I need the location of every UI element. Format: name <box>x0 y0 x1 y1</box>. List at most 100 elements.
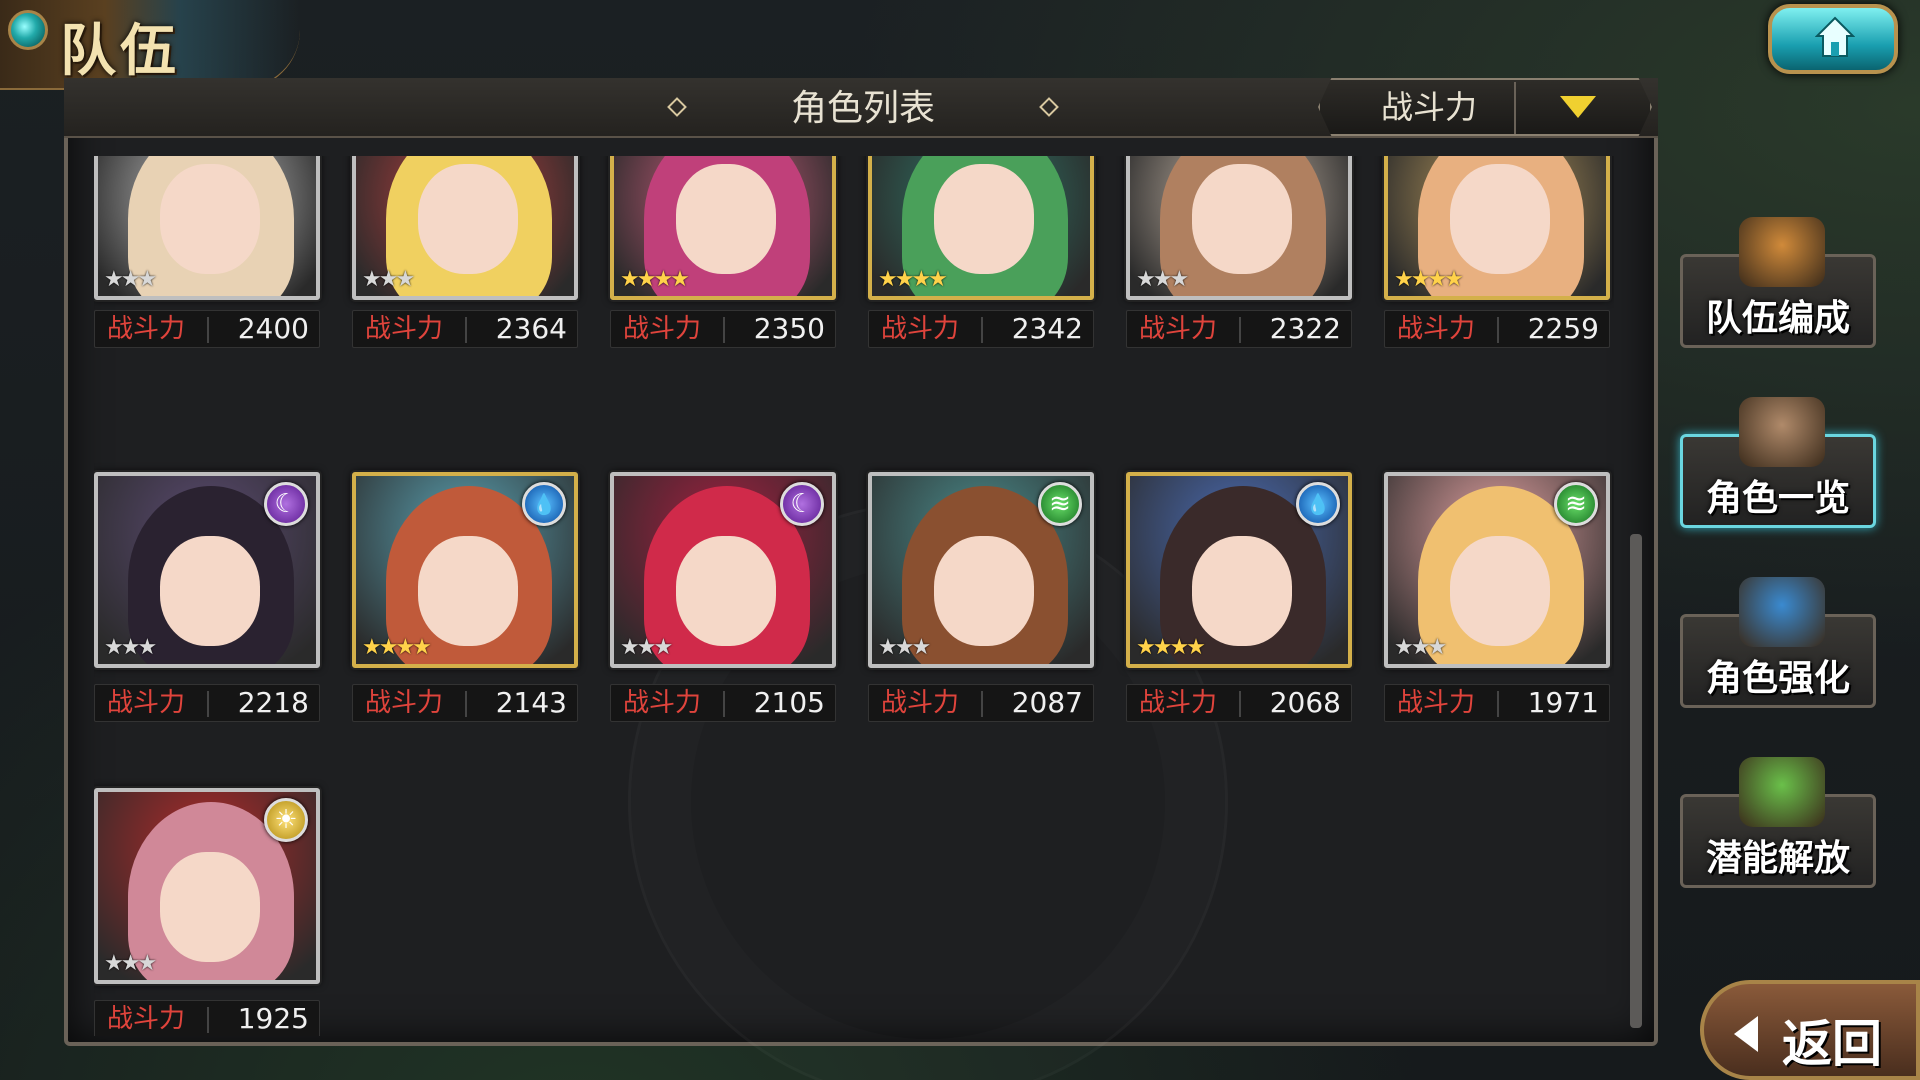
character-card[interactable]: ★★★★ 战斗力 2259 <box>1384 156 1610 350</box>
power-separator <box>981 691 983 717</box>
potential-release-button[interactable]: 潜能解放 <box>1680 757 1876 888</box>
list-title: 角色列表 <box>790 88 935 129</box>
power-separator <box>723 691 725 717</box>
power-value: 2400 <box>237 312 309 345</box>
character-portrait[interactable]: ★★★ ☾ <box>94 472 320 668</box>
character-card[interactable]: ★★★★ 💧 战斗力 2143 <box>352 472 578 722</box>
character-card[interactable]: ★★★★ 战斗力 2342 <box>868 156 1094 350</box>
character-face <box>418 164 518 274</box>
power-label: 战斗力 <box>1139 314 1218 344</box>
power-label: 战斗力 <box>881 314 960 344</box>
power-label: 战斗力 <box>365 314 444 344</box>
power-separator <box>1239 691 1241 717</box>
power-label: 战斗力 <box>1139 688 1218 718</box>
power-label: 战斗力 <box>623 314 702 344</box>
rarity-stars: ★★★ <box>104 635 157 660</box>
scrollbar[interactable] <box>1630 534 1642 1028</box>
home-button[interactable] <box>1768 4 1898 74</box>
character-portrait[interactable]: ★★★★ 💧 <box>352 472 578 668</box>
power-separator <box>1497 317 1499 343</box>
character-card[interactable]: ★★★ ☀ 战斗力 1925 <box>94 788 320 1036</box>
rarity-stars: ★★★★ <box>1136 635 1206 660</box>
power-value: 1925 <box>237 1002 309 1035</box>
rarity-stars: ★★★★ <box>878 267 948 292</box>
character-card[interactable]: ★★★ ≋ 战斗力 2087 <box>868 472 1094 722</box>
character-portrait[interactable]: ★★★ <box>94 156 320 300</box>
power-separator <box>465 691 467 717</box>
power-label: 战斗力 <box>623 688 702 718</box>
sort-divider <box>1514 82 1516 134</box>
character-face <box>160 164 260 274</box>
power-bar: 战斗力 2342 <box>868 310 1094 348</box>
character-portrait[interactable]: ★★★ ☀ <box>94 788 320 984</box>
party-formation-label: 队伍编成 <box>1705 298 1850 339</box>
back-arrow-icon <box>1734 1016 1758 1052</box>
rarity-stars: ★★★ <box>104 951 157 976</box>
potential-release-icon <box>1739 757 1825 827</box>
title-gem-icon <box>8 10 48 50</box>
power-bar: 战斗力 2400 <box>94 310 320 348</box>
character-card[interactable]: ★★★★ 战斗力 2350 <box>610 156 836 350</box>
power-bar: 战斗力 2143 <box>352 684 578 722</box>
rarity-stars: ★★★ <box>104 267 157 292</box>
power-label: 战斗力 <box>365 688 444 718</box>
character-list-label: 角色一览 <box>1705 478 1850 519</box>
character-face <box>1192 536 1292 646</box>
character-card[interactable]: ★★★ 战斗力 2364 <box>352 156 578 350</box>
character-portrait[interactable]: ★★★ <box>1126 156 1352 300</box>
rarity-stars: ★★★★ <box>620 267 690 292</box>
power-bar: 战斗力 2105 <box>610 684 836 722</box>
character-enhance-button[interactable]: 角色强化 <box>1680 577 1876 708</box>
power-separator <box>1239 317 1241 343</box>
wind-element-icon: ≋ <box>1038 482 1082 526</box>
sort-selected-label[interactable]: 战斗力 <box>1340 84 1518 130</box>
game-background: 队伍 角色列表 战斗力 ★★★ 战斗力 2400 ★★★ 战斗力 2364 ★★★★ 战斗力 2… <box>0 0 1920 1080</box>
title-plate: 队伍 <box>0 0 300 90</box>
character-portrait[interactable]: ★★★★ <box>868 156 1094 300</box>
power-label: 战斗力 <box>881 688 960 718</box>
character-portrait[interactable]: ★★★ ≋ <box>868 472 1094 668</box>
character-card[interactable]: ★★★ ☾ 战斗力 2218 <box>94 472 320 722</box>
character-face <box>1192 164 1292 274</box>
power-label: 战斗力 <box>107 314 186 344</box>
power-value: 2364 <box>495 312 567 345</box>
rarity-stars: ★★★ <box>878 635 931 660</box>
power-bar: 战斗力 1971 <box>1384 684 1610 722</box>
dropdown-arrow-icon[interactable] <box>1560 96 1596 118</box>
character-portrait[interactable]: ★★★★ 💧 <box>1126 472 1352 668</box>
character-portrait[interactable]: ★★★ ☾ <box>610 472 836 668</box>
home-icon <box>1815 16 1855 57</box>
character-card[interactable]: ★★★ 战斗力 2400 <box>94 156 320 350</box>
character-portrait[interactable]: ★★★ ≋ <box>1384 472 1610 668</box>
party-formation-button[interactable]: 队伍编成 <box>1680 217 1876 348</box>
power-separator <box>723 317 725 343</box>
character-portrait[interactable]: ★★★★ <box>1384 156 1610 300</box>
character-card[interactable]: ★★★★ 💧 战斗力 2068 <box>1126 472 1352 722</box>
character-list-icon <box>1739 397 1825 467</box>
character-card[interactable]: ★★★ ☾ 战斗力 2105 <box>610 472 836 722</box>
character-card[interactable]: ★★★ ≋ 战斗力 1971 <box>1384 472 1610 722</box>
character-portrait[interactable]: ★★★ <box>352 156 578 300</box>
power-value: 2105 <box>753 686 825 719</box>
character-face <box>1450 164 1550 274</box>
power-value: 2087 <box>1011 686 1083 719</box>
power-separator <box>465 317 467 343</box>
character-card[interactable]: ★★★ 战斗力 2322 <box>1126 156 1352 350</box>
rarity-stars: ★★★ <box>620 635 673 660</box>
water-element-icon: 💧 <box>522 482 566 526</box>
power-separator <box>981 317 983 343</box>
light-element-icon: ☀ <box>264 798 308 842</box>
character-list-button[interactable]: 角色一览 <box>1680 397 1876 528</box>
back-button[interactable]: 返回 <box>1700 980 1920 1080</box>
wind-element-icon: ≋ <box>1554 482 1598 526</box>
rarity-stars: ★★★ <box>1136 267 1189 292</box>
power-bar: 战斗力 1925 <box>94 1000 320 1036</box>
character-face <box>934 536 1034 646</box>
character-face <box>676 536 776 646</box>
character-portrait[interactable]: ★★★★ <box>610 156 836 300</box>
character-face <box>676 164 776 274</box>
power-value: 1971 <box>1527 686 1599 719</box>
rarity-stars: ★★★ <box>1394 635 1447 660</box>
character-face <box>418 536 518 646</box>
water-element-icon: 💧 <box>1296 482 1340 526</box>
